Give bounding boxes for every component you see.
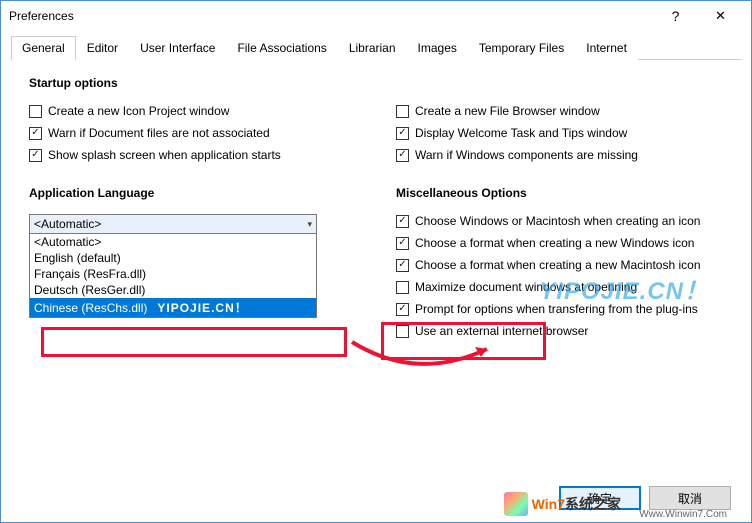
label-choose-fmt-mac: Choose a format when creating a new Maci… bbox=[415, 258, 701, 272]
label-external-browser: Use an external internet browser bbox=[415, 324, 588, 338]
language-heading: Application Language bbox=[29, 186, 356, 200]
checkbox-choose-win-mac[interactable] bbox=[396, 215, 409, 228]
language-dropdown: <Automatic> English (default) Français (… bbox=[29, 234, 317, 318]
tab-bar: General Editor User Interface File Assoc… bbox=[11, 35, 741, 60]
checkbox-warn-doc-assoc[interactable] bbox=[29, 127, 42, 140]
checkbox-warn-win-components[interactable] bbox=[396, 149, 409, 162]
label-warn-win-components: Warn if Windows components are missing bbox=[415, 148, 638, 162]
language-option-automatic[interactable]: <Automatic> bbox=[30, 234, 316, 250]
checkbox-display-welcome[interactable] bbox=[396, 127, 409, 140]
cancel-button[interactable]: 取消 bbox=[649, 486, 731, 510]
label-maximize-doc: Maximize document windows at openning bbox=[415, 280, 637, 294]
language-option-french[interactable]: Français (ResFra.dll) bbox=[30, 266, 316, 282]
chevron-down-icon: ▾ bbox=[307, 219, 312, 230]
language-option-english[interactable]: English (default) bbox=[30, 250, 316, 266]
tab-editor[interactable]: Editor bbox=[76, 36, 129, 60]
label-display-welcome: Display Welcome Task and Tips window bbox=[415, 126, 627, 140]
label-choose-win-mac: Choose Windows or Macintosh when creatin… bbox=[415, 214, 700, 228]
tab-librarian[interactable]: Librarian bbox=[338, 36, 407, 60]
label-create-icon-project: Create a new Icon Project window bbox=[48, 104, 229, 118]
label-choose-fmt-win: Choose a format when creating a new Wind… bbox=[415, 236, 694, 250]
misc-heading: Miscellaneous Options bbox=[396, 186, 723, 200]
tab-images[interactable]: Images bbox=[407, 36, 468, 60]
checkbox-choose-fmt-mac[interactable] bbox=[396, 259, 409, 272]
close-button[interactable]: ✕ bbox=[698, 1, 743, 31]
language-option-chinese[interactable]: Chinese (ResChs.dll) YIPOJIE.CN！ bbox=[30, 298, 316, 317]
checkbox-maximize-doc[interactable] bbox=[396, 281, 409, 294]
help-button[interactable]: ? bbox=[653, 1, 698, 31]
language-option-chinese-label: Chinese (ResChs.dll) bbox=[34, 301, 147, 315]
label-show-splash: Show splash screen when application star… bbox=[48, 148, 281, 162]
tab-general[interactable]: General bbox=[11, 36, 76, 60]
tab-internet[interactable]: Internet bbox=[575, 36, 638, 60]
tab-user-interface[interactable]: User Interface bbox=[129, 36, 226, 60]
language-combo[interactable]: <Automatic> ▾ bbox=[29, 214, 317, 234]
label-create-file-browser: Create a new File Browser window bbox=[415, 104, 600, 118]
checkbox-prompt-transfer[interactable] bbox=[396, 303, 409, 316]
checkbox-create-file-browser[interactable] bbox=[396, 105, 409, 118]
watermark-inline: YIPOJIE.CN！ bbox=[157, 301, 247, 315]
brand-logo-icon bbox=[504, 492, 528, 516]
language-combo-value: <Automatic> bbox=[34, 217, 101, 231]
tab-temporary-files[interactable]: Temporary Files bbox=[468, 36, 575, 60]
label-warn-doc-assoc: Warn if Document files are not associate… bbox=[48, 126, 270, 140]
checkbox-create-icon-project[interactable] bbox=[29, 105, 42, 118]
brand-sub: Www.Winwin7.Com bbox=[639, 509, 727, 520]
ok-button[interactable]: 确定 bbox=[559, 486, 641, 510]
label-prompt-transfer: Prompt for options when transfering from… bbox=[415, 302, 698, 316]
window-title: Preferences bbox=[9, 9, 653, 23]
startup-heading: Startup options bbox=[29, 76, 356, 90]
language-option-german[interactable]: Deutsch (ResGer.dll) bbox=[30, 282, 316, 298]
tab-file-associations[interactable]: File Associations bbox=[226, 36, 337, 60]
checkbox-show-splash[interactable] bbox=[29, 149, 42, 162]
checkbox-choose-fmt-win[interactable] bbox=[396, 237, 409, 250]
checkbox-external-browser[interactable] bbox=[396, 325, 409, 338]
